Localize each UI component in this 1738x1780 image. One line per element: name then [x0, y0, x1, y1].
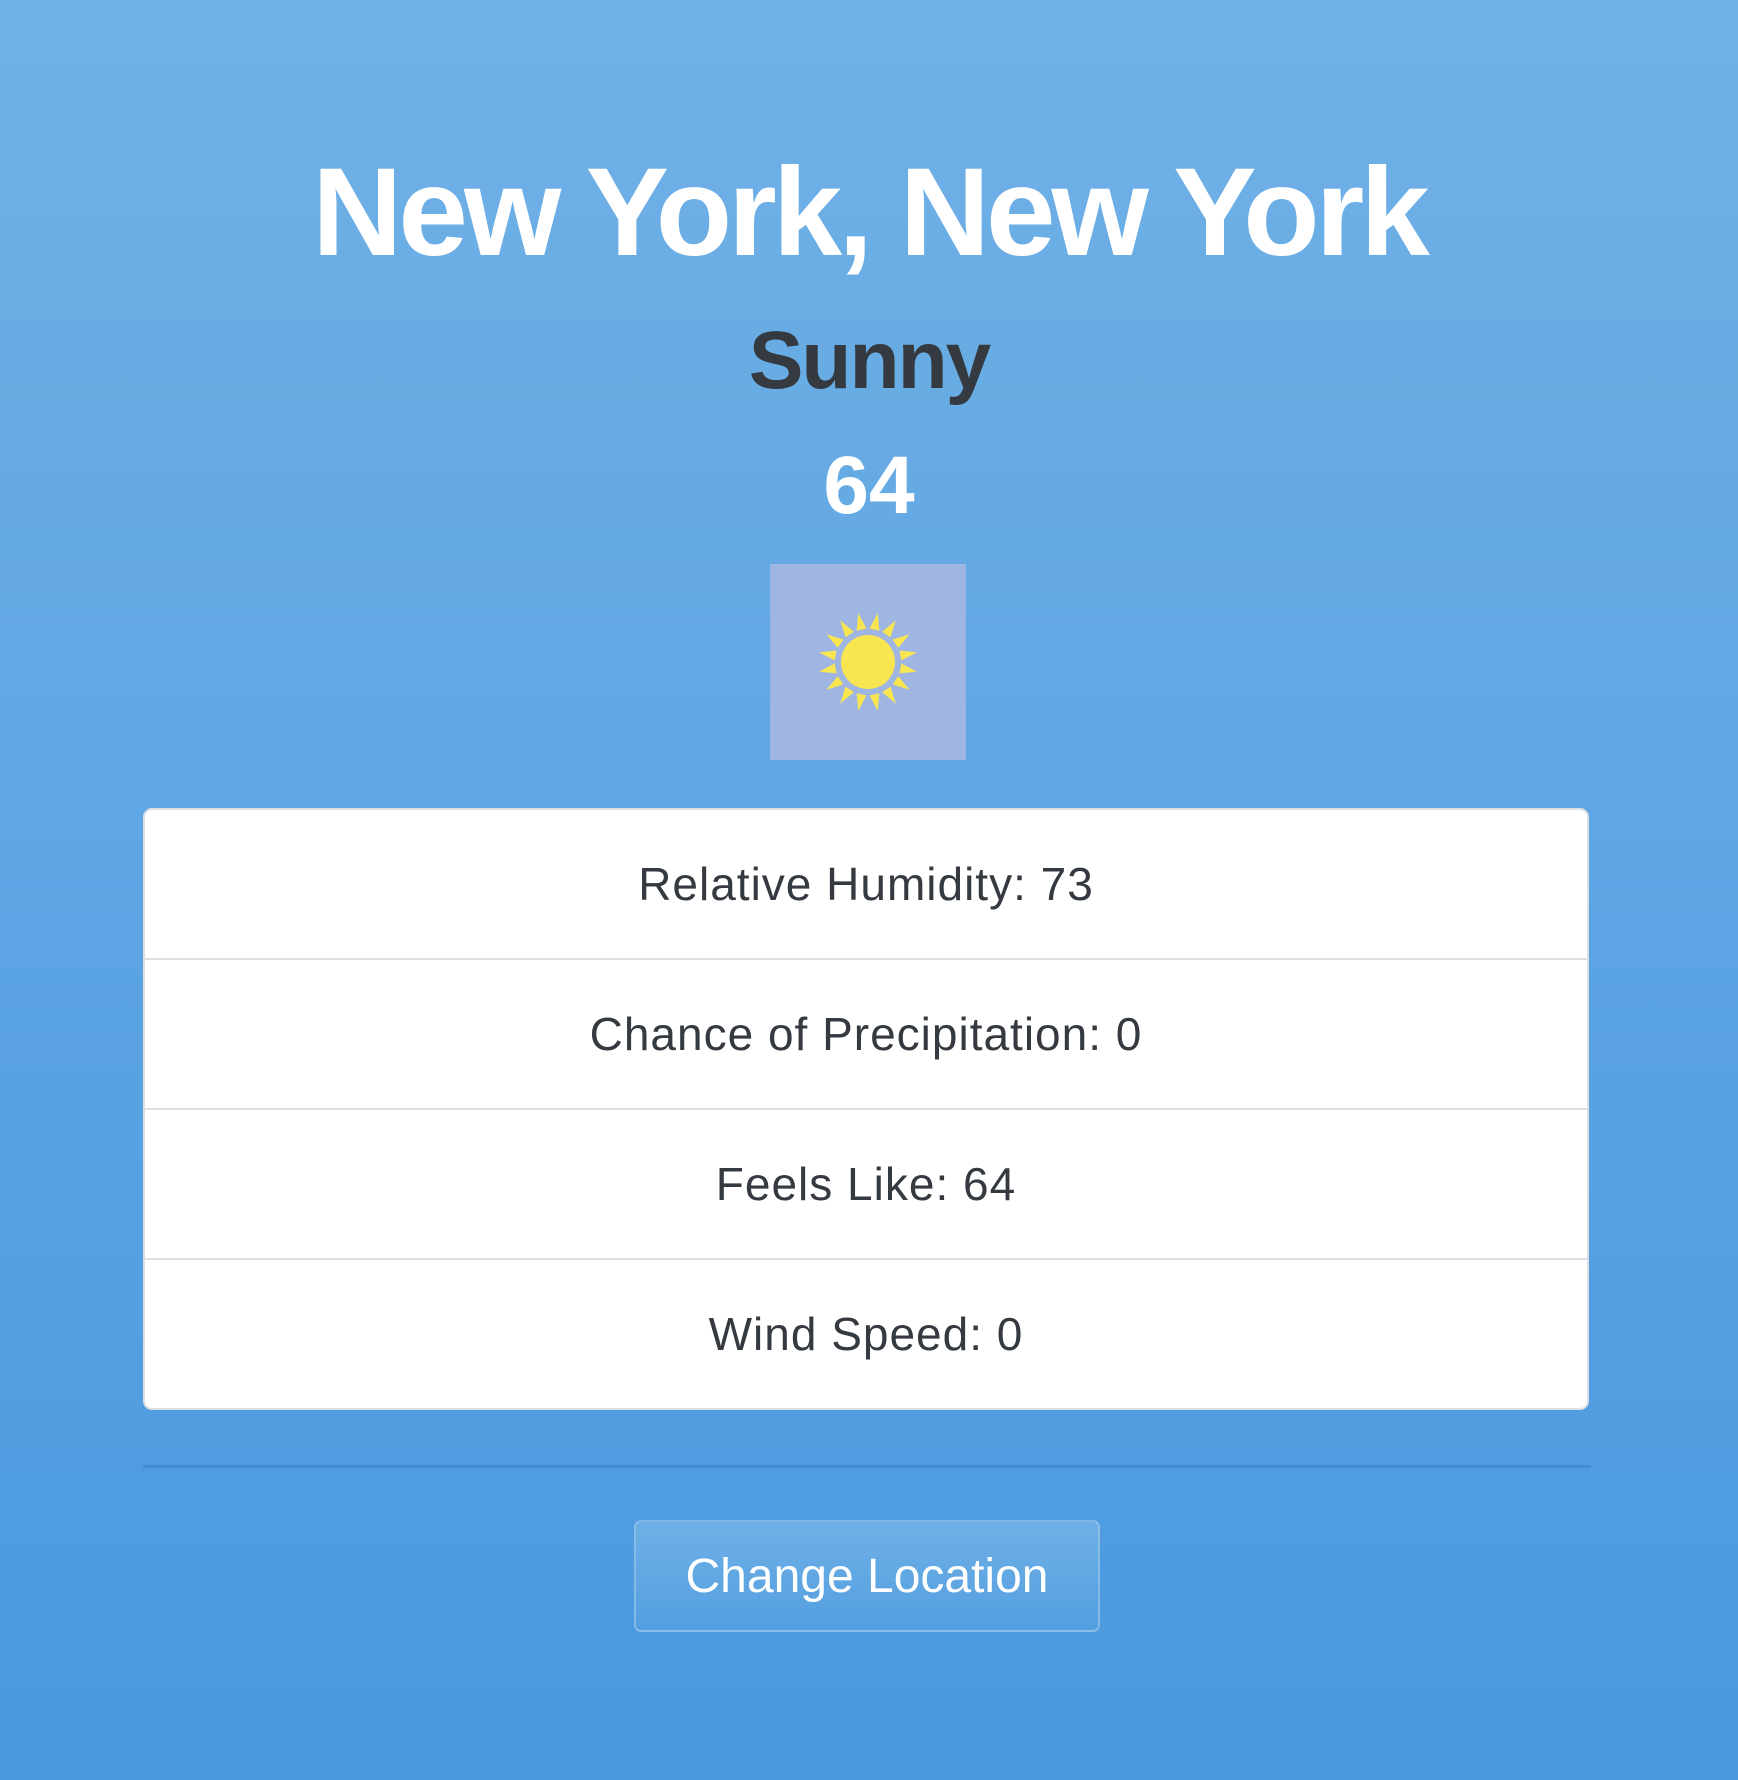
sun-ray	[899, 650, 918, 661]
sun-ray	[882, 686, 896, 704]
sun-ray	[826, 634, 844, 648]
sun-ray	[856, 693, 867, 712]
sun-ray	[882, 620, 896, 638]
sun-ray	[818, 663, 837, 674]
weather-details-list: Relative Humidity: 73 Chance of Precipit…	[143, 808, 1589, 1410]
sun-icon	[818, 612, 918, 712]
divider	[143, 1465, 1591, 1468]
sun-ray	[818, 650, 837, 661]
detail-wind-speed: Wind Speed: 0	[708, 1308, 1024, 1360]
sun-ray	[869, 612, 880, 631]
weather-page: New York, New York Sunny 64 Relative Hum…	[0, 0, 1738, 1780]
weather-condition: Sunny	[748, 315, 992, 406]
change-location-button[interactable]: Change Location	[634, 1520, 1100, 1632]
sun-ray	[892, 634, 910, 648]
sun-ray	[899, 663, 918, 674]
sun-ray	[856, 612, 867, 631]
sun-ray	[840, 686, 854, 704]
detail-humidity: Relative Humidity: 73	[145, 810, 1587, 960]
sun-ray	[869, 693, 880, 712]
temperature: 64	[823, 440, 915, 531]
detail-feels-like: Feels Like: 64	[145, 1110, 1587, 1260]
detail-precipitation: Chance of Precipitation: 0	[145, 960, 1587, 1110]
sun-ray	[826, 676, 844, 690]
location-title: New York, New York	[312, 143, 1430, 282]
sun-ray	[840, 620, 854, 638]
sun-ray	[892, 676, 910, 690]
weather-icon-box	[770, 564, 966, 760]
